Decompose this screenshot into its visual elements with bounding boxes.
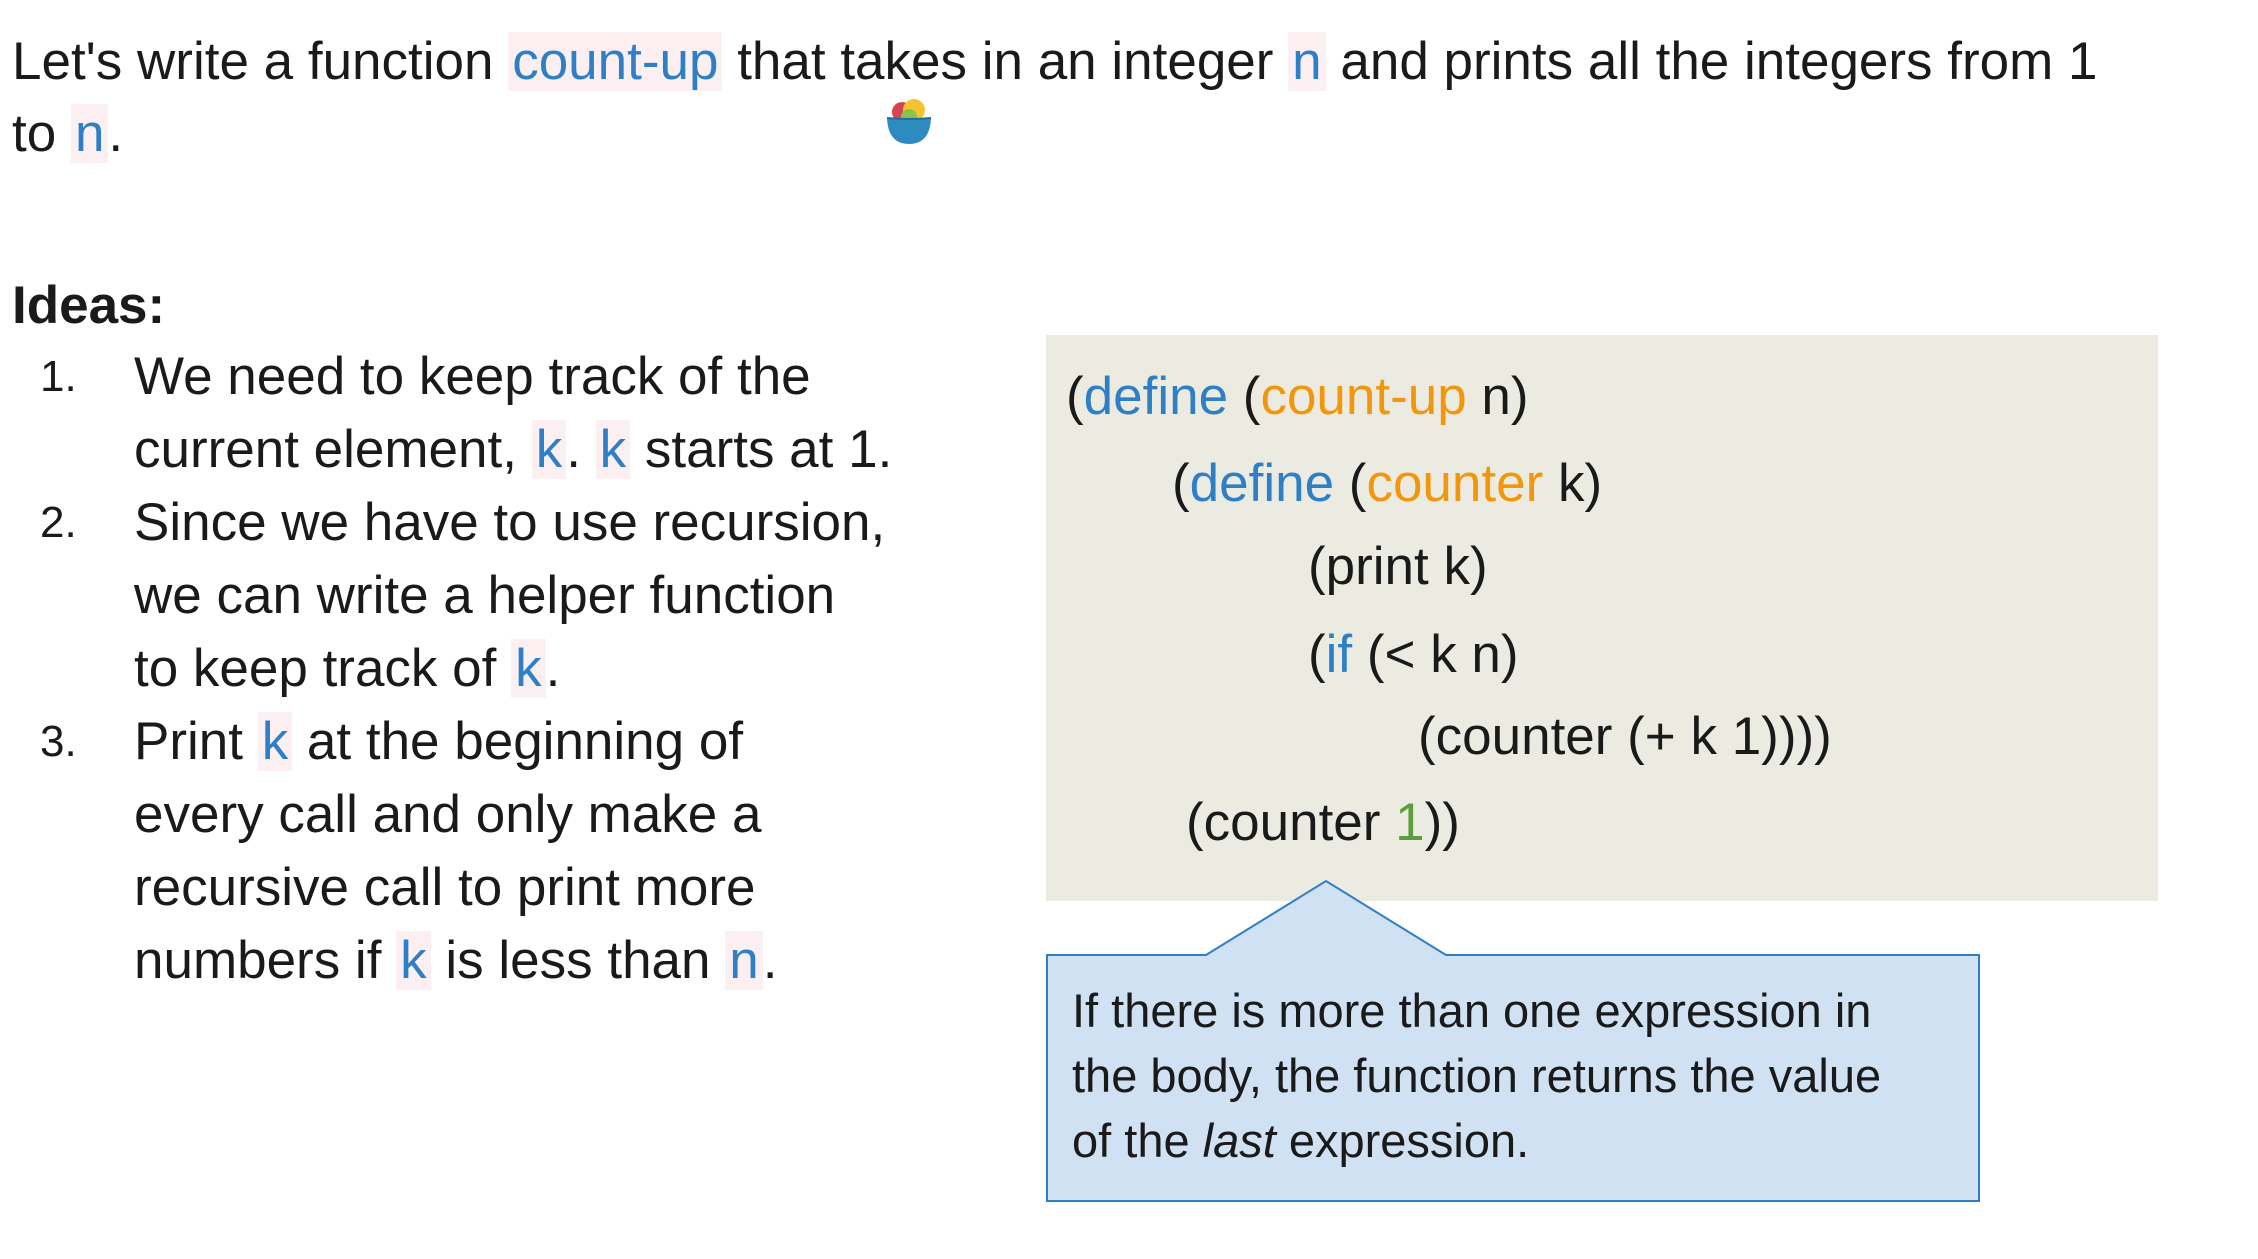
- code-line: (counter (+ k 1)))): [1418, 707, 1832, 766]
- list-text: current element,: [134, 420, 532, 479]
- variable-k: k: [595, 420, 631, 479]
- callout-emphasis: last: [1202, 1114, 1276, 1167]
- list-item: 2. Since we have to use recursion, we ca…: [40, 486, 970, 705]
- list-text: We need to keep track of the: [134, 347, 811, 406]
- code-function-name: count-up: [1260, 367, 1467, 426]
- callout-line: the body, the function returns the value: [1072, 1049, 1882, 1102]
- list-text: .: [545, 639, 561, 698]
- list-text: starts at 1.: [630, 420, 893, 479]
- list-text: we can write a helper function: [134, 566, 836, 625]
- variable-n: n: [725, 931, 763, 990]
- code-number: 1: [1395, 793, 1425, 852]
- list-text: Since we have to use recursion,: [134, 493, 886, 552]
- code-text: (counter: [1186, 793, 1396, 852]
- code-function-name: counter: [1366, 454, 1544, 513]
- code-paren: (: [1308, 625, 1326, 684]
- callout-line: expression.: [1275, 1114, 1530, 1167]
- list-number: 3.: [40, 717, 77, 766]
- code-keyword: if: [1325, 625, 1353, 684]
- ideas-heading: Ideas:: [12, 276, 166, 335]
- function-name-count-up: count-up: [508, 32, 723, 91]
- intro-line-2: to n.: [12, 98, 2242, 170]
- variable-k: k: [531, 420, 567, 479]
- code-line: (if (< k n): [1308, 623, 1519, 687]
- intro-text: Let's write a function: [12, 32, 509, 91]
- intro-paragraph: Let's write a function count-up that tak…: [12, 26, 2242, 170]
- code-paren: (: [1066, 367, 1084, 426]
- intro-text: and prints all the integers from 1: [1325, 32, 2098, 91]
- callout: If there is more than one expression in t…: [1046, 878, 1980, 1202]
- list-item: 3. Print k at the beginning of every cal…: [40, 705, 970, 997]
- code-block: (define (count-up n) (define (counter k)…: [1046, 335, 2158, 901]
- intro-text: .: [108, 104, 124, 163]
- variable-n: n: [1288, 32, 1326, 91]
- list-item: 1. We need to keep track of the current …: [40, 340, 970, 486]
- code-line: (define (counter k): [1172, 452, 1602, 516]
- code-text: n): [1466, 367, 1529, 426]
- ideas-list: 1. We need to keep track of the current …: [40, 340, 970, 997]
- list-text: recursive call to print more: [134, 858, 756, 917]
- variable-n: n: [70, 104, 109, 163]
- intro-text: to: [12, 104, 71, 163]
- code-line: (print k): [1308, 537, 1488, 596]
- variable-k: k: [511, 639, 546, 698]
- list-number: 1.: [40, 352, 77, 401]
- list-number: 2.: [40, 498, 77, 547]
- list-text: is less than: [430, 931, 726, 990]
- callout-line: of the: [1072, 1114, 1203, 1167]
- code-paren: (: [1172, 454, 1190, 513]
- code-line: (counter 1)): [1186, 791, 1460, 855]
- list-text: every call and only make a: [134, 785, 762, 844]
- callout-line: If there is more than one expression in: [1072, 984, 1872, 1037]
- list-text: .: [566, 420, 596, 479]
- code-text: (< k n): [1352, 625, 1519, 684]
- callout-text: If there is more than one expression in t…: [1072, 978, 1962, 1173]
- variable-k: k: [396, 931, 431, 990]
- code-text: k): [1543, 454, 1603, 513]
- list-text: .: [762, 931, 778, 990]
- intro-text: that takes in an integer: [722, 32, 1289, 91]
- code-line: (define (count-up n): [1066, 365, 1529, 429]
- code-paren: )): [1424, 793, 1460, 852]
- code-keyword: define: [1189, 454, 1335, 513]
- code-paren: (: [1228, 367, 1261, 426]
- list-text: numbers if: [134, 931, 397, 990]
- list-text: to keep track of: [134, 639, 512, 698]
- food-bowl-icon: [886, 99, 932, 144]
- variable-k: k: [257, 712, 293, 771]
- list-text: Print: [134, 712, 258, 771]
- code-paren: (: [1334, 454, 1367, 513]
- list-text: at the beginning of: [292, 712, 744, 771]
- code-keyword: define: [1083, 367, 1229, 426]
